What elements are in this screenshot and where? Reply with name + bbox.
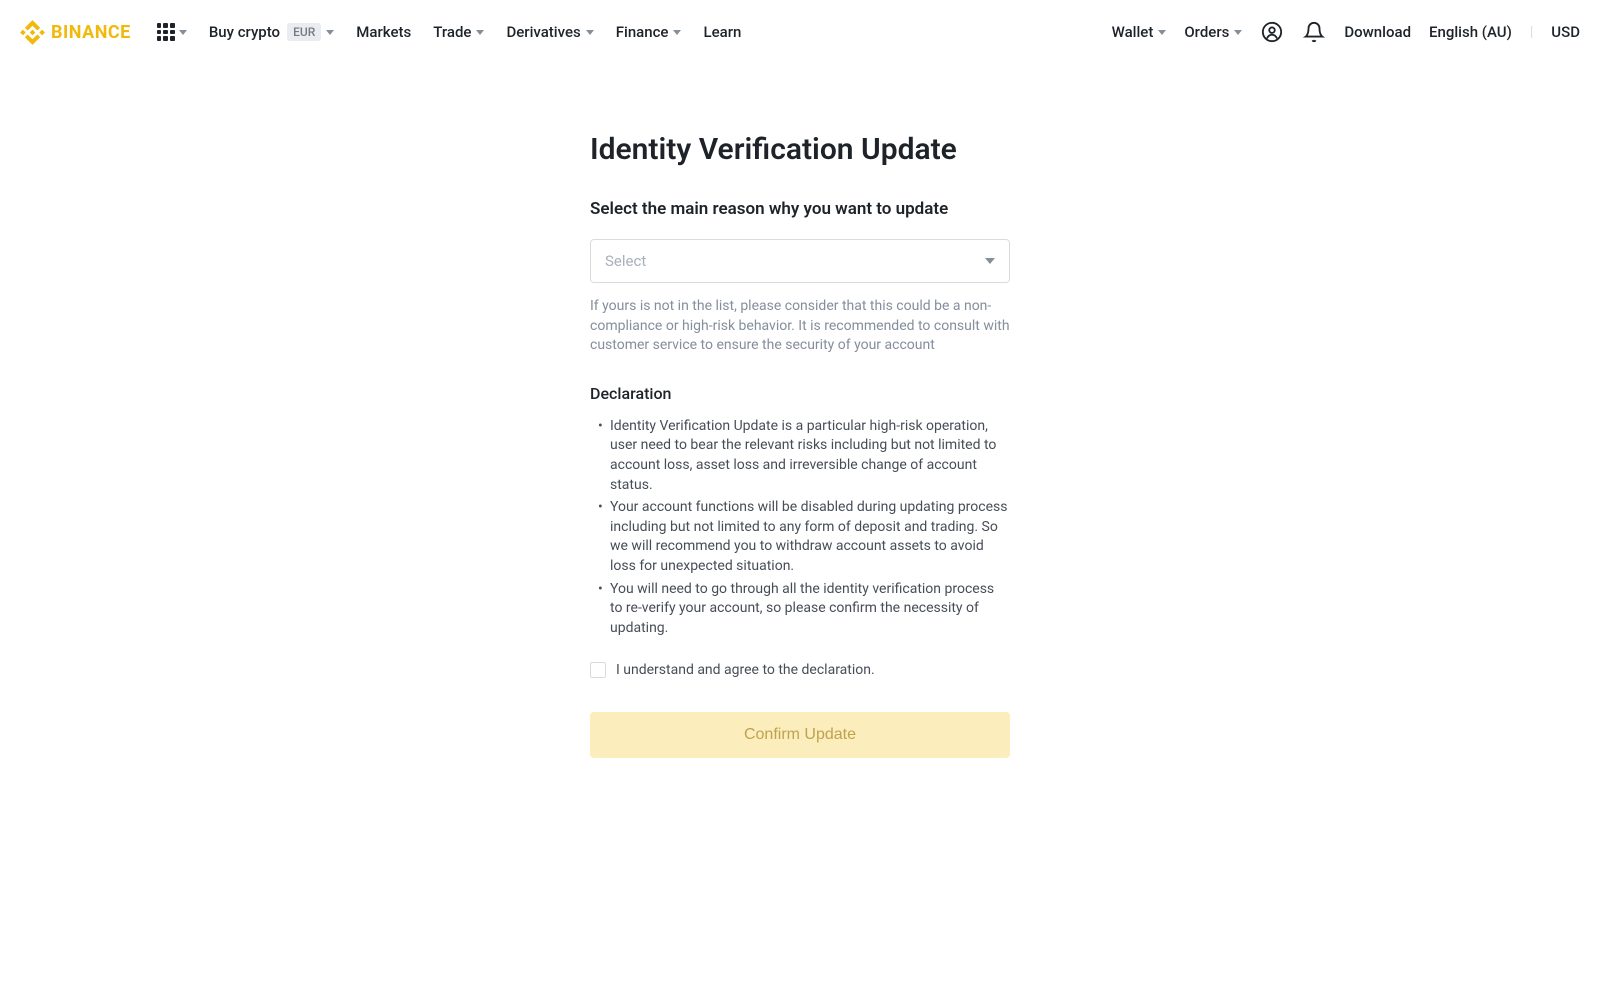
nav-orders[interactable]: Orders	[1184, 23, 1242, 41]
nav-markets[interactable]: Markets	[356, 23, 411, 41]
chevron-down-icon	[673, 30, 681, 35]
account-button[interactable]	[1260, 20, 1284, 44]
declaration-item: You will need to go through all the iden…	[590, 580, 1010, 639]
chevron-down-icon	[476, 30, 484, 35]
nav-label: Download	[1344, 23, 1411, 41]
binance-logo-icon	[20, 20, 45, 45]
confirm-update-button[interactable]: Confirm Update	[590, 712, 1010, 758]
chevron-down-icon	[1234, 30, 1242, 35]
nav-label: Finance	[616, 23, 669, 41]
nav-label: Buy crypto	[209, 23, 280, 41]
nav-finance[interactable]: Finance	[616, 23, 682, 41]
right-nav: Wallet Orders Download English (AU)	[1112, 20, 1580, 44]
helper-text: If yours is not in the list, please cons…	[590, 297, 1010, 356]
nav-label: English (AU)	[1429, 23, 1512, 41]
nav-derivatives[interactable]: Derivatives	[506, 23, 593, 41]
nav-label: Markets	[356, 23, 411, 41]
chevron-down-icon	[326, 30, 334, 35]
select-placeholder: Select	[605, 252, 646, 270]
nav-wallet[interactable]: Wallet	[1112, 23, 1167, 41]
currency-badge: EUR	[287, 23, 321, 41]
declaration-list: Identity Verification Update is a partic…	[590, 417, 1010, 639]
nav-label: Orders	[1184, 23, 1229, 41]
agree-checkbox[interactable]	[590, 662, 606, 678]
declaration-title: Declaration	[590, 384, 1010, 403]
bell-icon	[1303, 21, 1325, 43]
chevron-down-icon	[586, 30, 594, 35]
main-nav: Buy crypto EUR Markets Trade Derivatives…	[209, 23, 742, 41]
reason-label: Select the main reason why you want to u…	[590, 199, 1010, 219]
chevron-down-icon	[179, 30, 187, 35]
nav-currency[interactable]: USD	[1551, 23, 1580, 41]
logo[interactable]: BINANCE	[20, 20, 131, 45]
chevron-down-icon	[1158, 30, 1166, 35]
chevron-down-icon	[985, 258, 995, 264]
divider: |	[1530, 24, 1533, 40]
page-title: Identity Verification Update	[590, 132, 1010, 167]
nav-label: Learn	[703, 23, 741, 41]
main-content: Identity Verification Update Select the …	[0, 64, 1600, 758]
nav-label: Wallet	[1112, 23, 1154, 41]
header: BINANCE Buy crypto EUR Markets Trade Der…	[0, 0, 1600, 64]
nav-language[interactable]: English (AU)	[1429, 23, 1512, 41]
nav-label: Derivatives	[506, 23, 580, 41]
user-icon	[1261, 21, 1283, 43]
nav-learn[interactable]: Learn	[703, 23, 741, 41]
nav-label: Trade	[433, 23, 471, 41]
agree-row: I understand and agree to the declaratio…	[590, 662, 1010, 678]
logo-text: BINANCE	[51, 22, 131, 43]
declaration-item: Identity Verification Update is a partic…	[590, 417, 1010, 495]
reason-select[interactable]: Select	[590, 239, 1010, 283]
nav-download[interactable]: Download	[1344, 23, 1411, 41]
nav-trade[interactable]: Trade	[433, 23, 484, 41]
agree-label: I understand and agree to the declaratio…	[616, 662, 875, 678]
notifications-button[interactable]	[1302, 20, 1326, 44]
apps-menu-button[interactable]	[157, 23, 187, 41]
nav-buy-crypto[interactable]: Buy crypto EUR	[209, 23, 334, 41]
declaration-item: Your account functions will be disabled …	[590, 498, 1010, 576]
grid-icon	[157, 23, 175, 41]
nav-label: USD	[1551, 23, 1580, 41]
